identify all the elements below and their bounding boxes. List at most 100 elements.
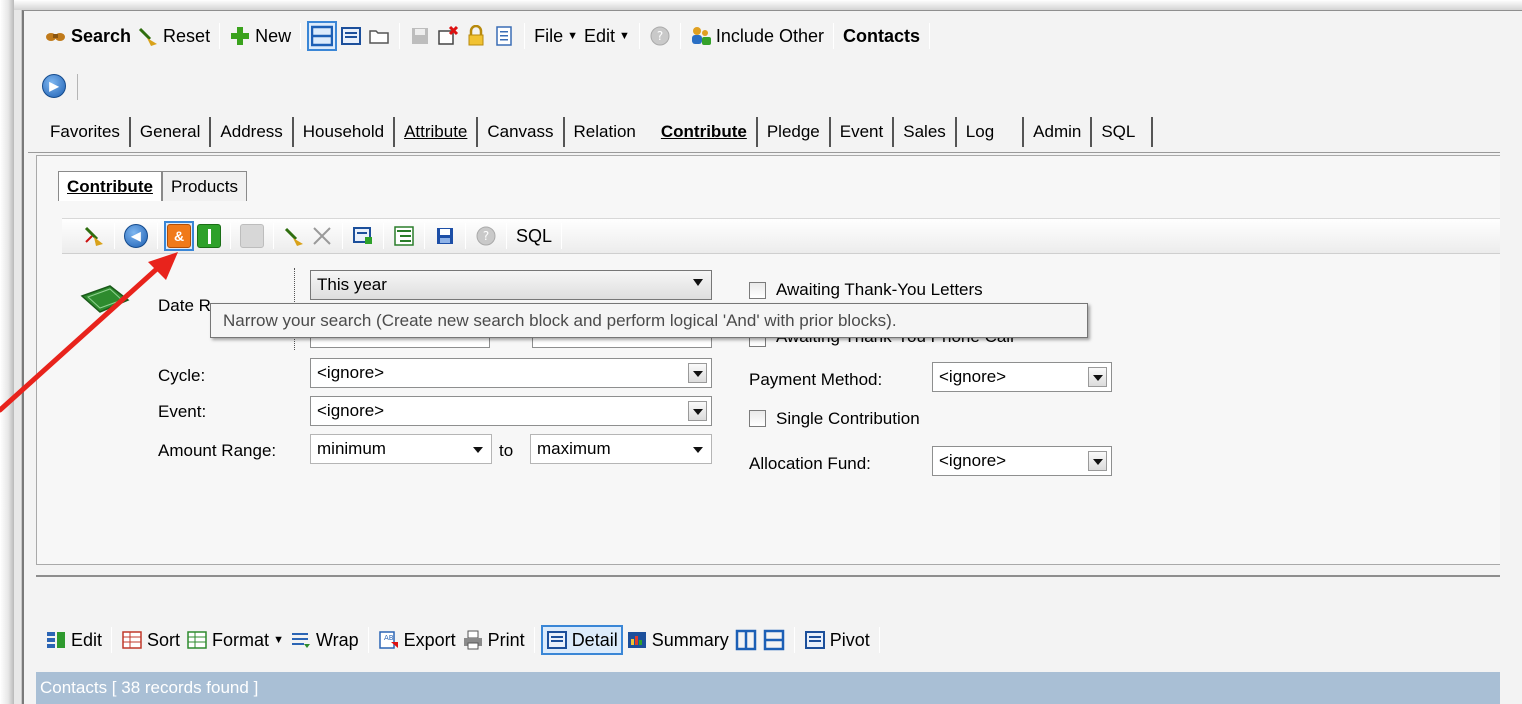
- new-button[interactable]: New: [226, 21, 294, 51]
- payment-method-value: <ignore>: [939, 367, 1007, 386]
- cycle-select[interactable]: <ignore>: [310, 358, 712, 388]
- tab-pledge[interactable]: Pledge: [758, 117, 831, 147]
- chevron-down-icon: [473, 447, 483, 453]
- toolbar-separator: [300, 23, 302, 49]
- properties-icon: [393, 225, 415, 247]
- next-record-icon[interactable]: ▶: [42, 74, 66, 98]
- notes-button[interactable]: [490, 21, 518, 51]
- detail-label: Detail: [571, 629, 618, 650]
- disabled-block-button[interactable]: [237, 221, 267, 251]
- chevron-down-icon: ▼: [567, 30, 578, 42]
- tab-event[interactable]: Event: [831, 117, 895, 147]
- narrow-search-tooltip: Narrow your search (Create new search bl…: [210, 303, 1088, 338]
- lock-button[interactable]: [462, 21, 490, 51]
- sort-button[interactable]: Sort: [118, 625, 183, 655]
- amount-max-select[interactable]: maximum: [530, 434, 712, 464]
- tab-household[interactable]: Household: [294, 117, 396, 147]
- include-other-button[interactable]: Include Other: [687, 21, 827, 51]
- single-contribution-checkbox[interactable]: [749, 410, 766, 427]
- help-button[interactable]: ?: [646, 21, 674, 51]
- reset-button[interactable]: Reset: [134, 21, 213, 51]
- allocation-fund-select[interactable]: <ignore>: [932, 446, 1112, 476]
- chevron-down-icon: [693, 279, 703, 286]
- file-menu[interactable]: File ▼: [531, 21, 581, 51]
- date-range-select[interactable]: This year: [310, 270, 712, 300]
- tab-relation[interactable]: Relation: [565, 117, 645, 147]
- chevron-down-icon: ▼: [273, 634, 284, 646]
- subtab-contribute[interactable]: Contribute: [58, 171, 162, 201]
- screenshot-frame: Search Reset New File ▼ Edit ▼ ? Include…: [0, 0, 1522, 704]
- svg-text:AB: AB: [384, 634, 394, 642]
- sql-button[interactable]: SQL: [513, 221, 555, 251]
- pivot-view-button[interactable]: Pivot: [801, 625, 873, 655]
- wrap-button[interactable]: Wrap: [287, 625, 362, 655]
- edit-grid-button[interactable]: Edit: [42, 625, 105, 655]
- toolbar-separator: [383, 223, 384, 249]
- window-shadow-top: [0, 0, 1522, 10]
- payment-method-label: Payment Method:: [749, 370, 883, 389]
- awaiting-letters-checkbox[interactable]: [749, 282, 766, 299]
- dropdown-arrow-icon: [1088, 451, 1107, 471]
- save-button[interactable]: [406, 21, 434, 51]
- tab-sales[interactable]: Sales: [894, 117, 957, 147]
- tab-favorites[interactable]: Favorites: [44, 117, 131, 147]
- sub-tab-strip: Contribute Products: [58, 170, 248, 202]
- printer-icon: [462, 629, 484, 651]
- delete-record-button[interactable]: [434, 21, 462, 51]
- folder-button[interactable]: [365, 21, 393, 51]
- tab-sql[interactable]: SQL: [1092, 117, 1154, 147]
- split-horizontal-button[interactable]: [760, 625, 788, 655]
- edit-menu[interactable]: Edit ▼: [581, 21, 633, 51]
- amount-min-select[interactable]: minimum: [310, 434, 492, 464]
- form-view-icon: [340, 25, 362, 47]
- add-view-icon: [352, 225, 374, 247]
- form-view-button[interactable]: [337, 21, 365, 51]
- sort-label: Sort: [147, 629, 181, 650]
- tab-log[interactable]: Log: [957, 117, 1025, 147]
- export-button[interactable]: AB Export: [375, 625, 459, 655]
- properties-button[interactable]: [390, 221, 418, 251]
- detail-view-button[interactable]: Detail: [540, 625, 623, 655]
- payment-method-select[interactable]: <ignore>: [932, 362, 1112, 392]
- tab-admin[interactable]: Admin: [1024, 117, 1093, 147]
- wrap-icon: [290, 629, 312, 651]
- subtab-products[interactable]: Products: [161, 171, 248, 201]
- reset-block-button[interactable]: [280, 221, 308, 251]
- save-search-button[interactable]: [431, 221, 459, 251]
- toolbar-separator: [465, 223, 466, 249]
- export-label: Export: [403, 629, 456, 650]
- panel-splitter[interactable]: [36, 575, 1500, 577]
- search-button[interactable]: Search: [42, 21, 134, 51]
- tab-general[interactable]: General: [131, 117, 212, 147]
- remove-block-button[interactable]: [308, 221, 336, 251]
- dropdown-arrow-icon: [688, 363, 707, 383]
- add-view-button[interactable]: [349, 221, 377, 251]
- toolbar-separator: [929, 23, 930, 49]
- split-vertical-button[interactable]: [732, 625, 760, 655]
- detail-view-icon: [546, 629, 568, 651]
- tab-canvass[interactable]: Canvass: [478, 117, 565, 147]
- help-button[interactable]: ?: [472, 221, 500, 251]
- toolbar-separator: [533, 627, 535, 653]
- single-contribution-label: Single Contribution: [776, 409, 920, 428]
- awaiting-letters-label: Awaiting Thank-You Letters: [776, 280, 983, 299]
- toolbar-separator: [342, 223, 343, 249]
- edit-menu-label: Edit: [584, 25, 616, 46]
- tab-contribute[interactable]: Contribute: [645, 117, 758, 147]
- users-add-icon: [690, 25, 712, 47]
- or-icon: [197, 224, 221, 248]
- print-button[interactable]: Print: [459, 625, 528, 655]
- tab-address[interactable]: Address: [211, 117, 294, 147]
- sql-label: SQL: [516, 225, 553, 246]
- split-view-button[interactable]: [307, 21, 338, 51]
- toolbar-separator: [77, 74, 78, 100]
- reset-label: Reset: [163, 25, 211, 46]
- results-status-bar: Contacts [ 38 records found ]: [36, 672, 1500, 704]
- format-grid-icon: [186, 629, 208, 651]
- date-range-value: This year: [317, 275, 387, 294]
- format-menu[interactable]: Format ▼: [183, 625, 287, 655]
- help-icon: ?: [649, 25, 671, 47]
- tab-attribute[interactable]: Attribute: [395, 117, 479, 147]
- event-select[interactable]: <ignore>: [310, 396, 712, 426]
- summary-view-button[interactable]: Summary: [623, 625, 732, 655]
